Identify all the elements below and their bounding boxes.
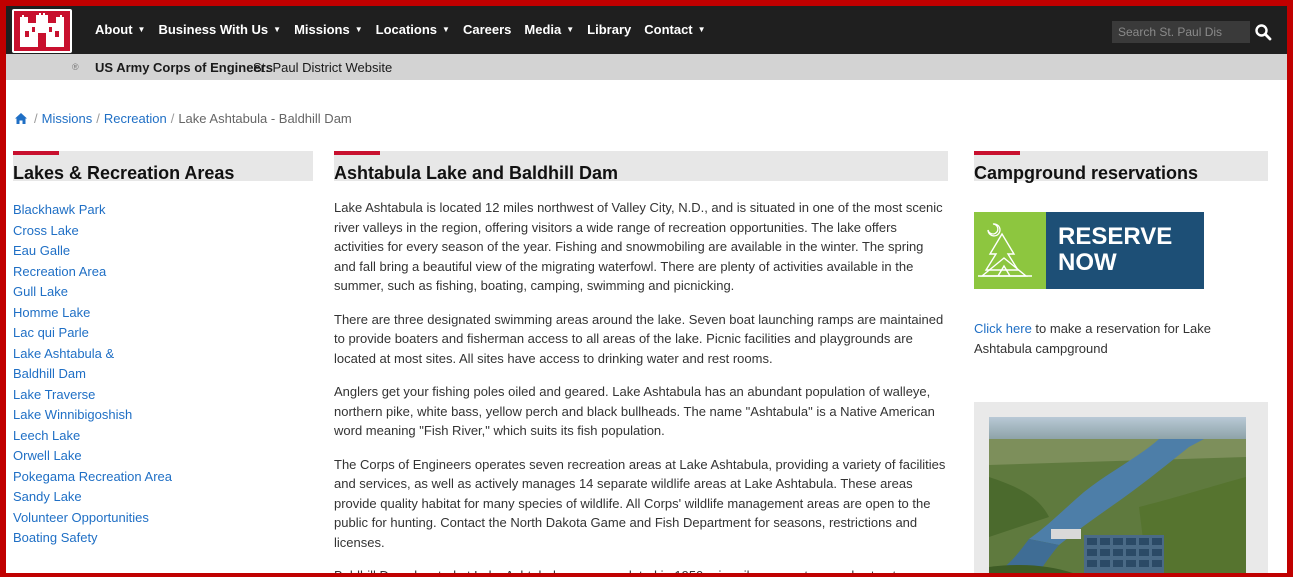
lake-link[interactable]: Lake Ashtabula & [13, 344, 172, 365]
nav-item-library[interactable]: Library [587, 22, 631, 37]
caret-down-icon: ▼ [273, 25, 282, 34]
top-navigation: About ▼ Business With Us ▼ Missions ▼ Location… [6, 6, 1287, 54]
breadcrumb-separator: / [34, 111, 38, 126]
agency-name: US Army Corps of Engineers [95, 60, 273, 75]
lake-link[interactable]: Pokegama Recreation Area [13, 467, 172, 488]
nav-item-media[interactable]: Media ▼ [524, 22, 574, 37]
breadcrumb-current: Lake Ashtabula - Baldhill Dam [178, 111, 352, 126]
nav-item-label: Locations [375, 22, 438, 37]
main-content: Lake Ashtabula is located 12 miles north… [334, 198, 948, 577]
main-section-header: Ashtabula Lake and Baldhill Dam [334, 151, 948, 183]
main-menu: About ▼ Business With Us ▼ Missions ▼ Location… [95, 22, 719, 37]
lake-link[interactable]: Volunteer Opportunities [13, 508, 172, 529]
right-section-title: Campground reservations [974, 163, 1199, 183]
right-section-header: Campground reservations [974, 151, 1268, 183]
reserve-now-banner[interactable]: RESERVE NOW [974, 212, 1204, 289]
search-input[interactable] [1112, 21, 1250, 43]
registered-mark: ® [72, 62, 79, 72]
lake-link[interactable]: Lake Winnibigoshish [13, 405, 172, 426]
lake-link[interactable]: Gull Lake [13, 282, 172, 303]
nav-item-missions[interactable]: Missions ▼ [294, 22, 363, 37]
lake-photo-container [974, 402, 1268, 573]
lake-link[interactable]: Eau Galle [13, 241, 172, 262]
home-icon[interactable] [14, 112, 28, 125]
content-paragraph: The Corps of Engineers operates seven re… [334, 456, 946, 550]
section-accent-bar [334, 151, 380, 155]
usace-castle-logo[interactable] [12, 9, 72, 53]
nav-item-label: About [95, 22, 133, 37]
page-frame: About ▼ Business With Us ▼ Missions ▼ Location… [0, 0, 1293, 577]
caret-down-icon: ▼ [137, 25, 146, 34]
content-paragraph: Lake Ashtabula is located 12 miles north… [334, 200, 943, 293]
lake-link[interactable]: Lake Traverse [13, 385, 172, 406]
left-section-header: Lakes & Recreation Areas [13, 151, 313, 183]
caret-down-icon: ▼ [566, 25, 575, 34]
nav-item-contact[interactable]: Contact ▼ [644, 22, 705, 37]
lake-aerial-photo [989, 417, 1246, 573]
content-paragraph: Anglers get your fishing poles oiled and… [334, 384, 935, 438]
section-accent-bar [974, 151, 1020, 155]
camping-tent-icon [974, 212, 1046, 289]
lake-link[interactable]: Orwell Lake [13, 446, 172, 467]
castle-icon [20, 13, 64, 47]
caret-down-icon: ▼ [697, 25, 706, 34]
breadcrumb-separator: / [170, 111, 175, 126]
reserve-line: RESERVE [1058, 223, 1173, 250]
breadcrumb-recreation[interactable]: Recreation [104, 111, 167, 126]
lake-link[interactable]: Blackhawk Park [13, 200, 172, 221]
nav-item-label: Careers [462, 22, 512, 37]
breadcrumb: / Missions / Recreation / Lake Ashtabula… [14, 111, 352, 126]
nav-item-careers[interactable]: Careers [463, 22, 511, 37]
left-section-title: Lakes & Recreation Areas [13, 163, 235, 183]
reserve-now-text: RESERVE NOW [1046, 212, 1204, 289]
caret-down-icon: ▼ [354, 25, 363, 34]
lake-link[interactable]: Baldhill Dam [13, 364, 172, 385]
main-title: Ashtabula Lake and Baldhill Dam [334, 163, 619, 183]
nav-item-label: Missions [294, 22, 350, 37]
section-accent-bar [13, 151, 59, 155]
lake-link[interactable]: Recreation Area [13, 262, 172, 283]
nav-item-label: Media [524, 22, 562, 37]
lakes-list: Blackhawk Park Cross Lake Eau Galle Recreat… [13, 200, 172, 549]
breadcrumb-separator: / [96, 111, 100, 126]
breadcrumb-missions[interactable]: Missions [42, 111, 93, 126]
lake-link[interactable]: Sandy Lake [13, 487, 172, 508]
content-paragraph: There are three designated swimming area… [334, 311, 944, 366]
lake-link[interactable]: Cross Lake [13, 221, 172, 242]
reservation-text: Click here to make a reservation for Lak… [974, 319, 1254, 359]
nav-item-business-with-us[interactable]: Business With Us ▼ [158, 22, 281, 37]
lake-link[interactable]: Homme Lake [13, 303, 172, 324]
lake-link[interactable]: Lac qui Parle [13, 323, 172, 344]
lake-link[interactable]: Boating Safety [13, 528, 172, 549]
click-here-link[interactable]: Click here [974, 321, 1032, 336]
nav-item-label: Library [587, 22, 632, 37]
search-icon[interactable] [1254, 23, 1272, 41]
nav-item-about[interactable]: About ▼ [95, 22, 145, 37]
nav-item-locations[interactable]: Locations ▼ [376, 22, 450, 37]
content-paragraph: Baldhill Dam, located at Lake Ashtabula,… [334, 568, 915, 577]
caret-down-icon: ▼ [442, 25, 450, 34]
nav-item-label: Business With Us [158, 22, 269, 37]
lake-link[interactable]: Leech Lake [13, 426, 172, 447]
now-line: NOW [1058, 249, 1117, 276]
site-subheader: US Army Corps of Engineers St. Paul Dist… [6, 54, 1287, 80]
site-name: St. Paul District Website [253, 60, 393, 75]
nav-item-label: Contact [644, 22, 693, 37]
